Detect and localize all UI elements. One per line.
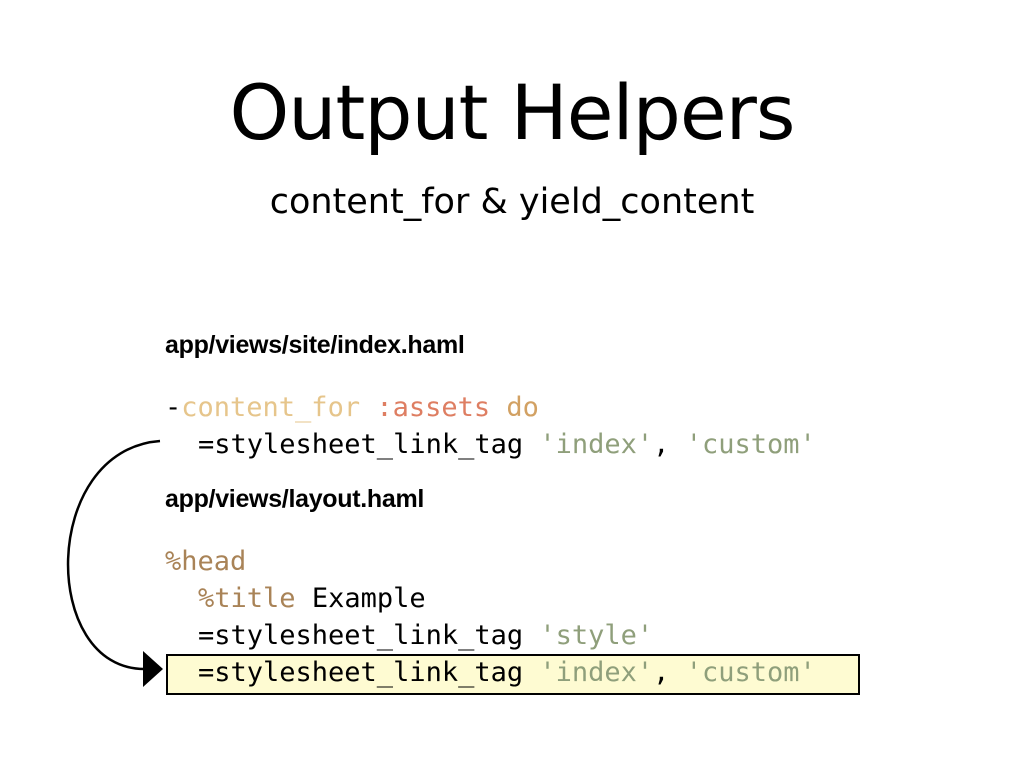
curved-arrow-icon — [66, 439, 163, 687]
